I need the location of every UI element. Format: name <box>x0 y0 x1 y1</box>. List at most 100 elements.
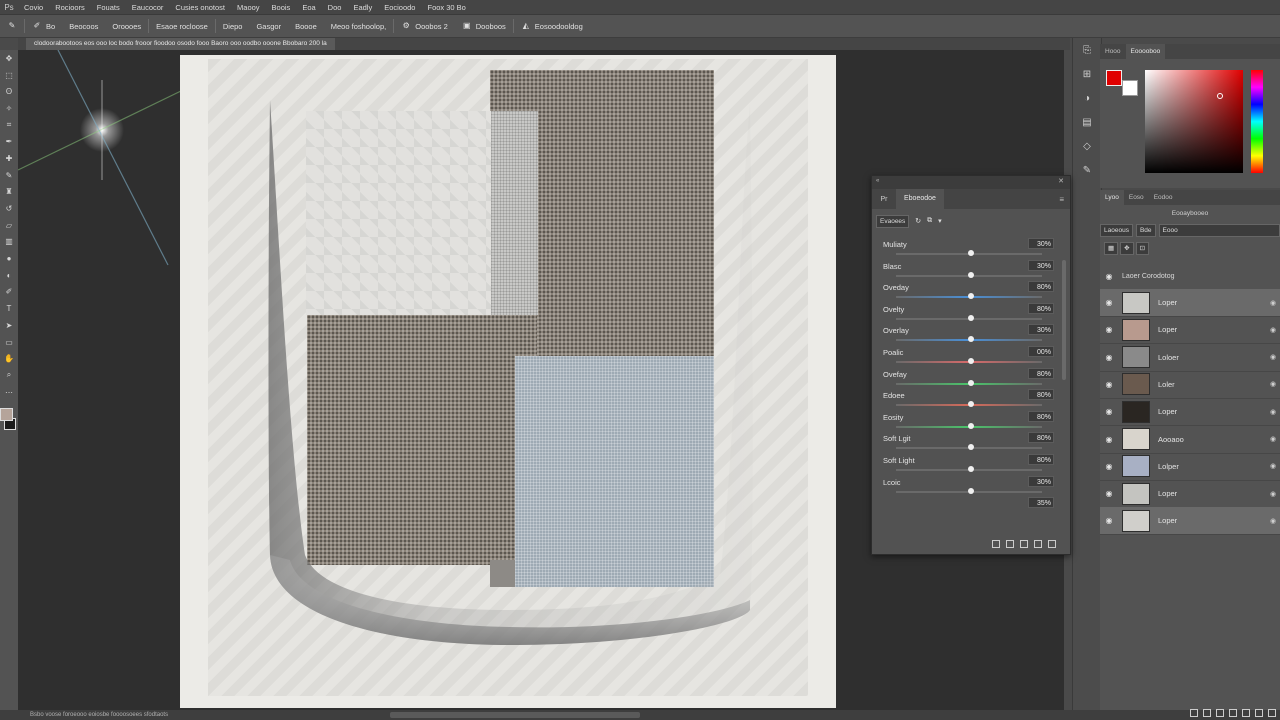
slider-knob[interactable] <box>968 271 974 278</box>
panel-titlebar[interactable]: « ✕ <box>872 176 1070 189</box>
menu-item[interactable]: Eadly <box>347 3 378 12</box>
adjustment-value-input[interactable]: 80% <box>1028 302 1054 314</box>
gradient-icon[interactable]: ▥ <box>0 234 18 251</box>
layer-group[interactable]: ◉ Laoer Corodotog <box>1100 266 1280 286</box>
link-layers-icon[interactable] <box>1190 709 1198 717</box>
paths-icon[interactable]: ✎ <box>1073 158 1101 182</box>
zoom-icon[interactable]: ⌕ <box>0 367 18 384</box>
option-item[interactable]: ▣ Dooboos <box>455 21 513 31</box>
view-previous-icon[interactable] <box>1006 540 1014 548</box>
path-select-icon[interactable]: ➤ <box>0 317 18 334</box>
adjustment-value-input[interactable]: 00% <box>1028 346 1054 357</box>
eye-icon[interactable]: ◉ <box>1100 298 1118 307</box>
panel-menu-icon[interactable]: ≡ <box>1059 195 1064 204</box>
layer-row[interactable]: ◉ Loloer ◉ <box>1100 344 1280 372</box>
channels-icon[interactable]: ◇ <box>1073 134 1101 158</box>
slider-knob[interactable] <box>968 250 974 256</box>
option-item[interactable]: Esaoe rocloose <box>149 22 215 31</box>
adjustment-value-input[interactable]: 80% <box>1028 410 1054 422</box>
properties-icon[interactable]: ⊞ <box>1073 62 1101 86</box>
foreground-color-chip[interactable] <box>1106 70 1122 86</box>
adjustment-value-input[interactable]: 30% <box>1028 259 1054 271</box>
menu-item[interactable]: Foox 30 Bo <box>421 3 471 12</box>
libraries-icon[interactable]: ▤ <box>1073 110 1101 134</box>
slider-knob[interactable] <box>968 293 974 300</box>
refresh-icon[interactable]: ↻ <box>915 217 921 225</box>
menu-item[interactable]: Covio <box>18 3 49 12</box>
lock-position-icon[interactable]: ✥ <box>1120 242 1134 255</box>
move-icon[interactable]: ✥ <box>0 50 18 67</box>
adjustment-value-input[interactable]: 80% <box>1028 432 1054 444</box>
foreground-color-swatch[interactable] <box>0 408 13 421</box>
layer-row[interactable]: ◉ Loper ◉ <box>1100 398 1280 427</box>
dodge-icon[interactable]: ◐ <box>0 267 18 284</box>
visibility-icon[interactable]: ◉ <box>1270 408 1280 416</box>
history-icon[interactable]: ⎘ <box>1073 38 1101 62</box>
menu-item[interactable]: Eocioodo <box>378 3 421 12</box>
lasso-icon[interactable]: ʘ <box>0 83 18 100</box>
tab-properties[interactable]: Pr <box>872 196 896 203</box>
visibility-icon[interactable]: ◉ <box>1270 326 1280 334</box>
option-item[interactable]: ✐ Bo <box>25 21 62 31</box>
option-item[interactable]: Meoo foshoolop, <box>324 22 393 31</box>
brush-icon[interactable]: ✎ <box>0 167 18 184</box>
hue-slider[interactable] <box>1251 70 1263 173</box>
menu-item[interactable]: Boois <box>266 3 297 12</box>
add-style-icon[interactable] <box>1203 709 1211 717</box>
visibility-icon[interactable]: ◉ <box>1270 435 1280 443</box>
layer-row[interactable]: ◉ Loper ◉ <box>1100 316 1280 345</box>
horizontal-scrollbar[interactable] <box>390 712 640 718</box>
eraser-icon[interactable]: ▱ <box>0 217 18 234</box>
visibility-icon[interactable]: ◉ <box>1270 380 1280 388</box>
collapse-icon[interactable]: « <box>876 178 879 184</box>
menu-item[interactable]: Maooy <box>231 3 266 12</box>
opacity-input[interactable]: Eooo <box>1158 223 1280 237</box>
eye-icon[interactable]: ◉ <box>1100 489 1118 498</box>
adjustments-icon[interactable]: ◑ <box>1073 86 1101 110</box>
slider-knob[interactable] <box>968 358 974 364</box>
pen-icon[interactable]: ✐ <box>0 284 18 301</box>
marquee-icon[interactable]: ⬚ <box>0 67 18 84</box>
lock-all-icon[interactable]: ⊡ <box>1135 242 1150 255</box>
tab-adjustments[interactable]: Eboeodoe <box>896 189 944 209</box>
visibility-icon[interactable]: ◉ <box>1270 517 1280 525</box>
option-item[interactable]: Oroooes <box>105 22 148 31</box>
adjustment-value-input[interactable]: 30% <box>1028 475 1054 487</box>
menu-item[interactable]: Fouats <box>91 3 126 12</box>
adjustment-value-input[interactable]: 80% <box>1028 367 1054 379</box>
option-item[interactable]: Gasgor <box>249 22 288 31</box>
trash-icon[interactable] <box>1048 540 1056 548</box>
hand-icon[interactable]: ✋ <box>0 350 18 367</box>
shape-icon[interactable]: ▭ <box>0 334 18 351</box>
eye-icon[interactable]: ◉ <box>1100 325 1118 334</box>
color-picker-cursor[interactable] <box>1217 93 1223 99</box>
clip-icon[interactable]: ⧉ <box>927 217 932 225</box>
option-item[interactable]: Boooe <box>288 22 324 31</box>
adjustment-value-input[interactable]: 80% <box>1028 454 1054 465</box>
visibility-icon[interactable] <box>1034 540 1042 548</box>
panel-scrollbar[interactable] <box>1062 260 1066 380</box>
layer-row[interactable]: ◉ Loper ◉ <box>1100 480 1280 509</box>
quick-select-icon[interactable]: ✧ <box>0 100 18 117</box>
option-item[interactable]: Beocoos <box>62 22 105 31</box>
visibility-icon[interactable]: ◉ <box>1270 353 1280 361</box>
menu-item[interactable]: Rocioors <box>49 3 91 12</box>
tab-layers[interactable]: Lyoo <box>1100 190 1124 205</box>
adjustment-value-input[interactable]: 30% <box>1028 238 1054 249</box>
eye-icon[interactable]: ◉ <box>1100 353 1118 362</box>
edit-toolbar-icon[interactable]: ⋯ <box>0 384 18 401</box>
tab-channels[interactable]: Eoso <box>1124 190 1149 205</box>
option-item[interactable]: Diepo <box>216 22 250 31</box>
eye-icon[interactable]: ◉ <box>1100 380 1118 389</box>
app-logo-icon[interactable]: Ps <box>0 3 18 12</box>
clip-layer-icon[interactable] <box>992 540 1000 548</box>
color-picker-field[interactable] <box>1145 70 1243 173</box>
healing-icon[interactable]: ✚ <box>0 150 18 167</box>
blend-mode-select[interactable]: Laoeous <box>1100 223 1133 237</box>
eye-icon[interactable]: ◉ <box>1100 516 1118 525</box>
history-brush-icon[interactable]: ↺ <box>0 200 18 217</box>
adjustment-value-input[interactable]: 35% <box>1028 497 1054 509</box>
adjustment-value-input[interactable]: 80% <box>1028 389 1054 401</box>
visibility-icon[interactable]: ◉ <box>1270 462 1280 470</box>
new-layer-icon[interactable] <box>1255 709 1263 717</box>
